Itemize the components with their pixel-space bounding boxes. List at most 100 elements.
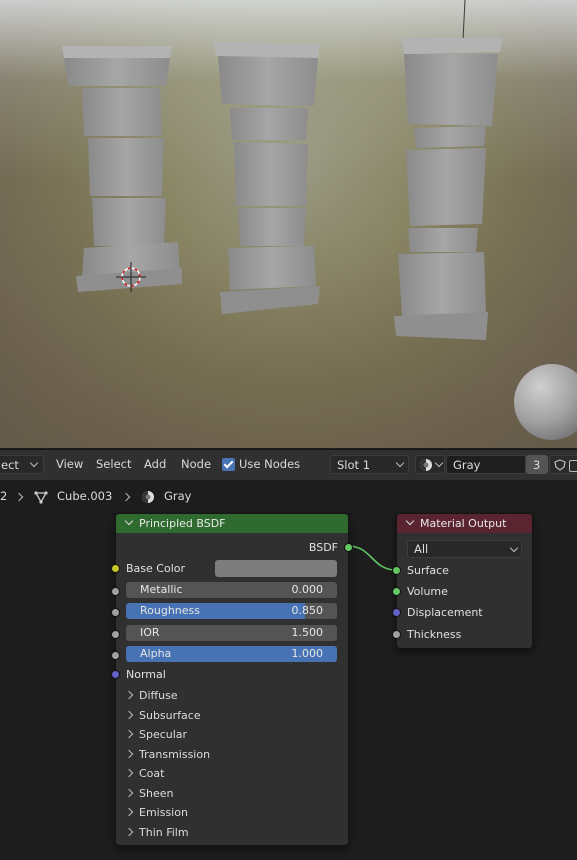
bsdf-output-label: BSDF (308, 541, 338, 554)
collapse-chevron-icon[interactable] (124, 516, 134, 526)
pillar-middle[interactable] (214, 42, 320, 314)
field-label: Metallic (140, 583, 183, 596)
material-output-header[interactable]: Material Output (397, 514, 532, 533)
principled-bsdf-node[interactable]: Principled BSDF BSDF Base Color Metallic… (111, 513, 353, 846)
material-browse-button[interactable] (415, 455, 445, 474)
material-name: Gray (453, 458, 481, 472)
shield-icon (554, 459, 566, 471)
normal-socket[interactable] (111, 670, 120, 679)
roughness-field[interactable]: Roughness 0.850 (126, 603, 337, 619)
material-output-node[interactable]: Material Output All Surface Volume Displ… (392, 513, 533, 649)
field-value: 1.000 (291, 647, 324, 660)
displacement-socket[interactable] (392, 608, 401, 617)
material-name-field[interactable]: Gray (446, 455, 526, 474)
displacement-label: Displacement (407, 606, 483, 619)
panel-label: Specular (139, 728, 188, 741)
menu-node[interactable]: Node (181, 457, 211, 471)
panel-label: Diffuse (139, 689, 178, 702)
node-title: Principled BSDF (139, 517, 226, 530)
menu-select[interactable]: Select (96, 457, 131, 471)
chevron-right-icon (124, 729, 134, 739)
chevron-right-icon (124, 749, 134, 758)
chevron-right-icon (124, 710, 134, 719)
principled-bsdf-header[interactable]: Principled BSDF (116, 514, 348, 533)
slot-label: Slot 1 (337, 458, 371, 472)
panel-label: Coat (139, 767, 165, 780)
chevron-right-icon (124, 690, 134, 700)
field-label: Roughness (140, 604, 201, 617)
3d-viewport[interactable] (0, 0, 577, 448)
user-count-button[interactable]: 3 (526, 455, 548, 474)
breadcrumb-material[interactable]: Gray (164, 489, 192, 503)
target-dropdown[interactable]: All (407, 540, 522, 558)
metallic-field[interactable]: Metallic 0.000 (126, 582, 337, 598)
use-nodes-checkbox[interactable] (222, 458, 235, 471)
panel-sheen[interactable]: Sheen (124, 786, 326, 802)
panel-label: Sheen (139, 786, 174, 800)
breadcrumb-fragment: 2 (0, 489, 8, 503)
ior-socket[interactable] (111, 630, 120, 639)
preview-sphere[interactable] (514, 364, 577, 440)
chevron-down-icon (509, 543, 519, 553)
editor-mode-label: ect (1, 458, 19, 472)
fake-user-button[interactable] (549, 455, 577, 474)
chevron-right-icon (124, 788, 134, 797)
surface-label: Surface (407, 564, 449, 577)
chevron-right-icon (124, 768, 134, 778)
chevron-down-icon (395, 458, 405, 468)
panel-subsurface[interactable]: Subsurface (124, 708, 326, 724)
base-color-socket[interactable] (111, 564, 120, 573)
thickness-socket[interactable] (392, 630, 401, 639)
roughness-socket[interactable] (111, 608, 120, 617)
node-editor-header: ect View Select Add Node Use Nodes Slot … (0, 449, 577, 480)
use-nodes-label[interactable]: Use Nodes (239, 457, 300, 471)
panel-transmission[interactable]: Transmission (124, 747, 326, 763)
panel-coat[interactable]: Coat (124, 766, 326, 782)
menu-view[interactable]: View (56, 457, 83, 471)
collapse-chevron-icon[interactable] (405, 516, 415, 526)
field-value: 0.850 (291, 604, 324, 617)
volume-label: Volume (407, 585, 448, 598)
panel-thin-film[interactable]: Thin Film (124, 825, 326, 841)
breadcrumb-object[interactable]: Cube.003 (57, 489, 112, 503)
field-label: IOR (140, 626, 160, 639)
slot-dropdown[interactable]: Slot 1 (330, 455, 409, 474)
viewport-scene (62, 0, 577, 440)
panel-label: Transmission (139, 747, 211, 761)
ior-field[interactable]: IOR 1.500 (126, 625, 337, 641)
base-color-label: Base Color (126, 562, 186, 575)
surface-socket[interactable] (392, 566, 401, 575)
field-label: Alpha (140, 647, 172, 660)
metallic-socket[interactable] (111, 587, 120, 596)
field-value: 1.500 (291, 626, 324, 639)
editor-mode-dropdown[interactable]: ect (0, 455, 44, 474)
node-title: Material Output (420, 517, 507, 530)
chevron-down-icon (29, 458, 39, 468)
field-value: 0.000 (291, 583, 324, 596)
thickness-label: Thickness (407, 628, 462, 641)
material-icon (142, 491, 154, 503)
chevron-right-icon (121, 492, 131, 502)
base-color-swatch[interactable] (215, 560, 337, 577)
chevron-down-icon (434, 458, 444, 468)
panel-emission[interactable]: Emission (124, 805, 326, 821)
normal-label: Normal (126, 668, 166, 681)
panel-specular[interactable]: Specular (124, 727, 326, 743)
mesh-icon (34, 491, 48, 504)
pillar-right[interactable] (394, 38, 502, 340)
bsdf-output-socket[interactable] (344, 543, 353, 552)
panel-diffuse[interactable]: Diffuse (124, 688, 326, 704)
chevron-right-icon (14, 492, 24, 502)
material-sphere-icon (420, 459, 432, 471)
copy-icon (569, 460, 577, 472)
menu-add[interactable]: Add (144, 457, 166, 471)
pillar-left[interactable] (62, 46, 182, 292)
chevron-right-icon (124, 807, 134, 817)
user-count: 3 (533, 458, 541, 472)
panel-label: Emission (139, 806, 188, 819)
chevron-right-icon (124, 827, 134, 836)
alpha-field[interactable]: Alpha 1.000 (126, 646, 337, 662)
volume-socket[interactable] (392, 587, 401, 596)
target-label: All (414, 542, 429, 556)
alpha-socket[interactable] (111, 651, 120, 660)
